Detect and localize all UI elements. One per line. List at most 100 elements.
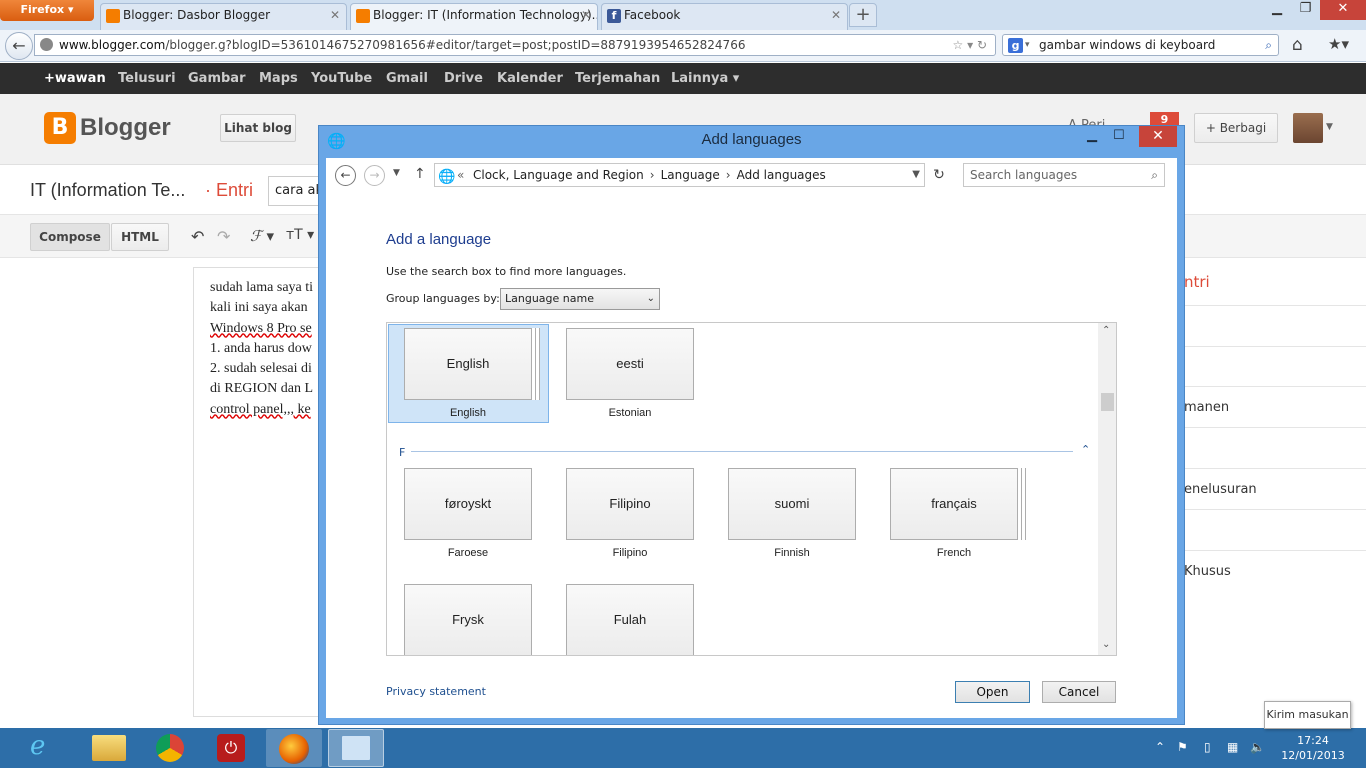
- gbar-item-maps[interactable]: Maps: [259, 63, 298, 94]
- new-tab-button[interactable]: +: [849, 3, 877, 27]
- network-icon[interactable]: ▦: [1227, 740, 1238, 754]
- compose-mode-button[interactable]: Compose: [30, 223, 110, 251]
- search-icon[interactable]: ⌕: [1151, 164, 1158, 186]
- sidebar-item-special[interactable]: Khusus: [1184, 564, 1231, 579]
- language-tile-french[interactable]: français: [890, 468, 1018, 540]
- restore-icon[interactable]: ❐: [1292, 0, 1319, 20]
- sidebar-item-search-description[interactable]: enelusuran: [1184, 482, 1257, 497]
- close-tab-icon[interactable]: ✕: [831, 4, 841, 27]
- language-tile-frysk[interactable]: Frysk: [404, 584, 532, 655]
- close-tab-icon[interactable]: ✕: [330, 4, 340, 27]
- tab-dasbor-blogger[interactable]: Blogger: Dasbor Blogger ✕: [100, 3, 347, 30]
- account-dropdown-icon[interactable]: ▼: [1326, 122, 1333, 132]
- firefox-menu-button[interactable]: Firefox ▾: [0, 0, 94, 21]
- scroll-up-icon[interactable]: ⌃: [1102, 325, 1110, 336]
- sidebar-divider: [1184, 386, 1366, 387]
- avatar[interactable]: [1293, 113, 1323, 143]
- url-bar[interactable]: www.blogger.com/blogger.g?blogID=5361014…: [34, 34, 996, 56]
- redo-icon[interactable]: ↷: [217, 227, 230, 246]
- breadcrumb-clock-language-region[interactable]: Clock, Language and Region: [473, 168, 644, 182]
- search-languages-input[interactable]: Search languages ⌕: [963, 163, 1165, 187]
- power-app-icon[interactable]: ⏻: [217, 734, 245, 762]
- recent-locations-icon[interactable]: ▼: [393, 168, 400, 178]
- breadcrumb-separator-icon[interactable]: ›: [720, 168, 737, 182]
- undo-icon[interactable]: ↶: [191, 227, 204, 246]
- scroll-down-icon[interactable]: ⌄: [1102, 639, 1110, 650]
- address-dropdown-icon[interactable]: ▼: [912, 164, 920, 186]
- volume-muted-icon[interactable]: 🔈: [1250, 740, 1265, 754]
- refresh-icon[interactable]: ↻: [928, 164, 950, 186]
- search-query: gambar windows di keyboard: [1039, 38, 1216, 52]
- search-bar[interactable]: g ▾ gambar windows di keyboard ⌕: [1002, 34, 1279, 56]
- gbar-item-kalender[interactable]: Kalender: [497, 63, 563, 94]
- blogger-wordmark[interactable]: Blogger: [80, 114, 171, 142]
- search-magnifier-icon[interactable]: ⌕: [1265, 35, 1272, 55]
- section-header-f[interactable]: F: [399, 446, 405, 459]
- minimize-icon[interactable]: ▁: [1262, 0, 1292, 20]
- share-button[interactable]: + Berbagi: [1194, 113, 1278, 143]
- language-tile-fulah[interactable]: Fulah: [566, 584, 694, 655]
- tab-it-blog[interactable]: Blogger: IT (Information Technology)... …: [350, 3, 598, 30]
- sidebar-item-permalink[interactable]: manen: [1184, 400, 1229, 415]
- back-button[interactable]: ←: [5, 32, 33, 60]
- up-level-icon[interactable]: ↑: [414, 166, 426, 182]
- system-clock[interactable]: 17:24 12/01/2013: [1278, 733, 1348, 763]
- breadcrumb-add-languages[interactable]: Add languages: [737, 168, 826, 182]
- post-editor-body[interactable]: sudah lama saya ti kali ini saya akan Wi…: [193, 267, 333, 717]
- feedback-tooltip[interactable]: Kirim masukan: [1264, 701, 1351, 729]
- dialog-close-button[interactable]: ✕: [1139, 126, 1177, 147]
- font-size-icon[interactable]: тT ▾: [286, 227, 314, 243]
- language-list-scrollbar[interactable]: ⌃ ⌄: [1098, 323, 1116, 655]
- gbar-item-gmail[interactable]: Gmail: [386, 63, 428, 94]
- dialog-maximize-icon[interactable]: ☐: [1113, 128, 1125, 143]
- language-tile-estonian[interactable]: eesti: [566, 328, 694, 400]
- gbar-item-gambar[interactable]: Gambar: [188, 63, 245, 94]
- site-identity-icon[interactable]: [40, 38, 53, 51]
- scrollbar-thumb[interactable]: [1101, 393, 1114, 411]
- search-languages-placeholder: Search languages: [970, 168, 1078, 182]
- gbar-item-telusuri[interactable]: Telusuri: [118, 63, 176, 94]
- tab-facebook[interactable]: f Facebook ✕: [601, 3, 848, 30]
- dialog-forward-button[interactable]: →: [364, 165, 385, 186]
- group-by-select[interactable]: Language name ⌄: [500, 288, 660, 310]
- internet-explorer-icon[interactable]: e: [30, 731, 45, 761]
- bookmark-star-icon[interactable]: ☆ ▾ ↻: [953, 35, 987, 55]
- view-blog-button[interactable]: Lihat blog: [220, 114, 296, 142]
- language-tile-finnish[interactable]: suomi: [728, 468, 856, 540]
- control-panel-address-icon: 🌐: [438, 169, 456, 185]
- search-engine-dropdown-icon[interactable]: ▾: [1025, 35, 1030, 55]
- font-family-icon[interactable]: ℱ ▾: [250, 227, 274, 245]
- gbar-item-wawan[interactable]: +wawan: [44, 63, 106, 94]
- gbar-item-lainnya[interactable]: Lainnya ▾: [671, 63, 739, 94]
- breadcrumb-language[interactable]: Language: [661, 168, 720, 182]
- gbar-item-terjemahan[interactable]: Terjemahan: [575, 63, 660, 94]
- bookmarks-menu-icon[interactable]: ★▾: [1328, 35, 1349, 53]
- breadcrumb-separator-icon[interactable]: ›: [644, 168, 661, 182]
- html-mode-button[interactable]: HTML: [111, 223, 169, 251]
- language-tile-faroese[interactable]: føroyskt: [404, 468, 532, 540]
- action-center-flag-icon[interactable]: ⚑: [1177, 740, 1188, 754]
- close-tab-icon[interactable]: ✕: [581, 4, 591, 27]
- sidebar-item-entri[interactable]: ntri: [1184, 273, 1210, 291]
- gbar-item-youtube[interactable]: YouTube: [311, 63, 372, 94]
- tab-title: Facebook: [624, 8, 681, 22]
- gbar-item-drive[interactable]: Drive: [444, 63, 483, 94]
- chrome-icon[interactable]: [156, 734, 184, 762]
- language-tile-filipino[interactable]: Filipino: [566, 468, 694, 540]
- language-tile-english[interactable]: English: [404, 328, 532, 400]
- dialog-minimize-icon[interactable]: ▁: [1087, 128, 1097, 143]
- blogger-logo-icon[interactable]: B: [44, 112, 76, 144]
- privacy-statement-link[interactable]: Privacy statement: [386, 685, 486, 698]
- dialog-address-bar[interactable]: 🌐 « Clock, Language and Region › Language ›…: [434, 163, 925, 187]
- home-icon[interactable]: ⌂: [1292, 35, 1303, 55]
- collapse-section-icon[interactable]: ⌃: [1081, 443, 1090, 456]
- show-hidden-icons[interactable]: ⌃: [1155, 740, 1165, 754]
- cancel-button[interactable]: Cancel: [1042, 681, 1116, 703]
- open-button[interactable]: Open: [955, 681, 1030, 703]
- battery-icon[interactable]: ▯: [1204, 740, 1211, 754]
- language-list[interactable]: English English eesti Estonian F ⌃ føroy…: [386, 322, 1117, 656]
- close-window-icon[interactable]: ✕: [1320, 0, 1366, 20]
- file-explorer-icon[interactable]: [92, 735, 126, 761]
- firefox-icon[interactable]: [279, 734, 309, 764]
- dialog-back-button[interactable]: ←: [335, 165, 356, 186]
